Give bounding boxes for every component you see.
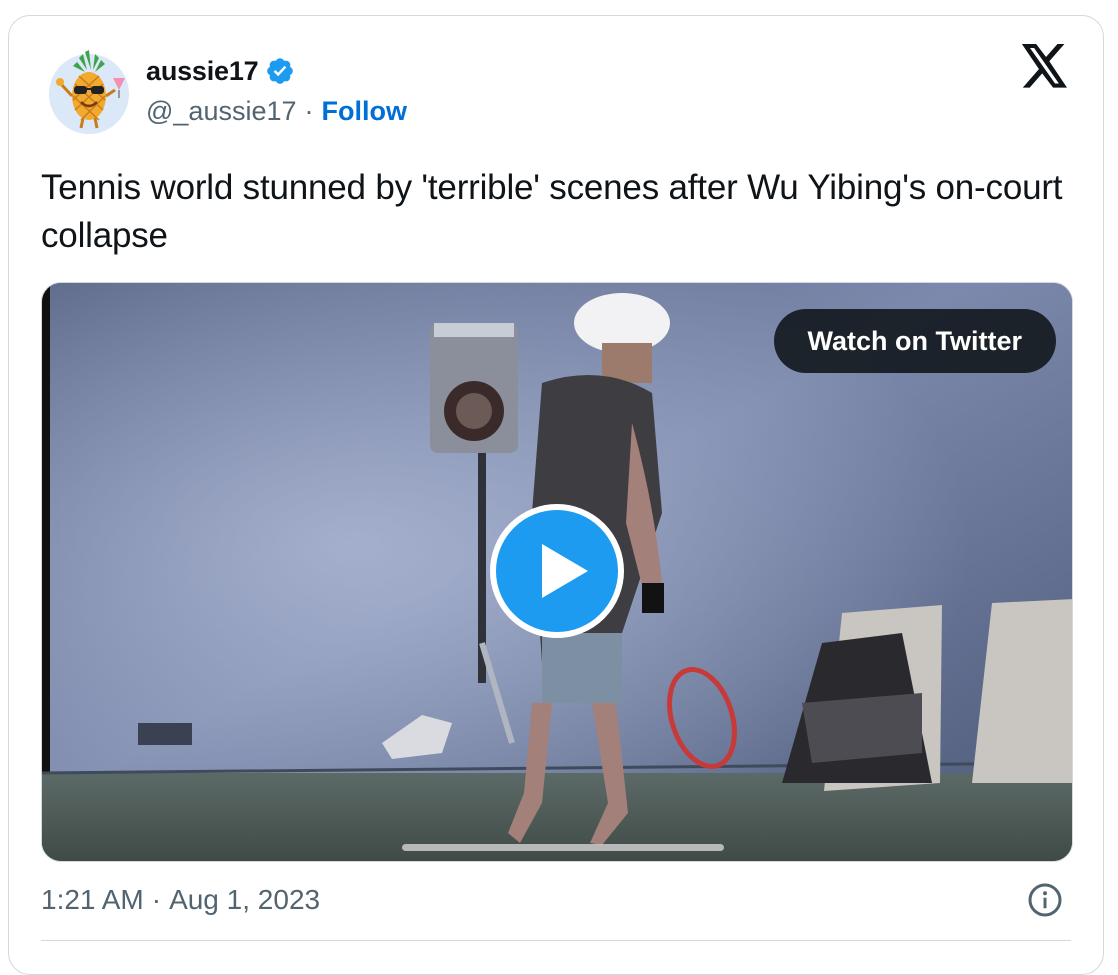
video-scrub-bar[interactable]	[402, 844, 724, 851]
author-handle[interactable]: @_aussie17	[146, 96, 297, 127]
video-player[interactable]: Watch on Twitter	[41, 282, 1073, 862]
author-name-row[interactable]: aussie17	[146, 54, 295, 88]
timestamp-separator: ·	[151, 884, 162, 915]
author-handle-row: @_aussie17 · Follow	[146, 93, 407, 129]
author-name[interactable]: aussie17	[146, 56, 259, 87]
tweet-card: aussie17 @_aussie17 · Follow Tennis worl…	[8, 15, 1104, 975]
watch-on-twitter-button[interactable]: Watch on Twitter	[773, 309, 1056, 373]
tweet-timestamp[interactable]: 1:21 AM · Aug 1, 2023	[41, 882, 320, 918]
divider	[41, 940, 1071, 941]
play-icon[interactable]	[490, 504, 624, 638]
tweet-time[interactable]: 1:21 AM	[41, 884, 144, 916]
x-logo-icon[interactable]	[1021, 44, 1069, 88]
info-icon[interactable]	[1027, 882, 1063, 918]
tweet-date[interactable]: Aug 1, 2023	[169, 884, 320, 916]
pineapple-avatar-icon[interactable]	[43, 44, 135, 136]
handle-separator: ·	[304, 95, 314, 126]
follow-button[interactable]: Follow	[322, 96, 407, 127]
verified-badge-icon	[265, 56, 295, 86]
tweet-text: Tennis world stunned by 'terrible' scene…	[41, 168, 1063, 255]
